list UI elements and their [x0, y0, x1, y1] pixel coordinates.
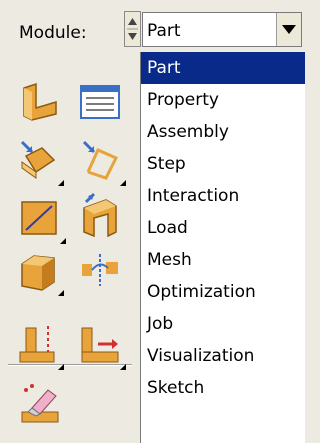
create-datum-axis-icon[interactable] [78, 250, 122, 294]
module-toolbox [0, 52, 140, 443]
flyout-indicator-icon [58, 290, 64, 296]
sketch-eraser-icon[interactable] [18, 382, 62, 426]
create-cut-icon[interactable] [16, 248, 64, 296]
menu-item-step[interactable]: Step [141, 148, 305, 180]
module-spinner[interactable] [124, 11, 141, 47]
flyout-indicator-icon [60, 238, 66, 244]
flyout-indicator-icon [58, 364, 64, 370]
module-dropdown-list: Part Property Assembly Step Interaction … [140, 52, 305, 443]
create-datum-csys-icon[interactable] [78, 322, 126, 370]
module-label: Module: [19, 23, 87, 43]
flyout-indicator-icon [120, 180, 126, 186]
create-part-icon[interactable] [18, 80, 62, 124]
menu-item-job[interactable]: Job [141, 308, 305, 340]
create-datum-plane-icon[interactable] [18, 196, 66, 244]
flyout-indicator-icon [58, 180, 64, 186]
partition-face-icon[interactable] [16, 138, 64, 186]
menu-item-sketch[interactable]: Sketch [141, 372, 305, 404]
menu-item-load[interactable]: Load [141, 212, 305, 244]
create-solid-extrude-icon[interactable] [78, 192, 122, 238]
menu-item-assembly[interactable]: Assembly [141, 116, 305, 148]
chevron-down-icon[interactable] [276, 13, 301, 46]
menu-item-part[interactable]: Part [141, 52, 305, 84]
menu-item-property[interactable]: Property [141, 84, 305, 116]
partition-edge-icon[interactable] [78, 138, 126, 186]
create-datum-point-icon[interactable] [16, 322, 64, 370]
part-manager-icon[interactable] [78, 82, 122, 126]
menu-item-mesh[interactable]: Mesh [141, 244, 305, 276]
module-combobox[interactable]: Part [142, 12, 302, 47]
menu-item-visualization[interactable]: Visualization [141, 340, 305, 372]
menu-item-optimization[interactable]: Optimization [141, 276, 305, 308]
module-combobox-value: Part [147, 21, 181, 41]
flyout-indicator-icon [120, 364, 126, 370]
menu-item-interaction[interactable]: Interaction [141, 180, 305, 212]
